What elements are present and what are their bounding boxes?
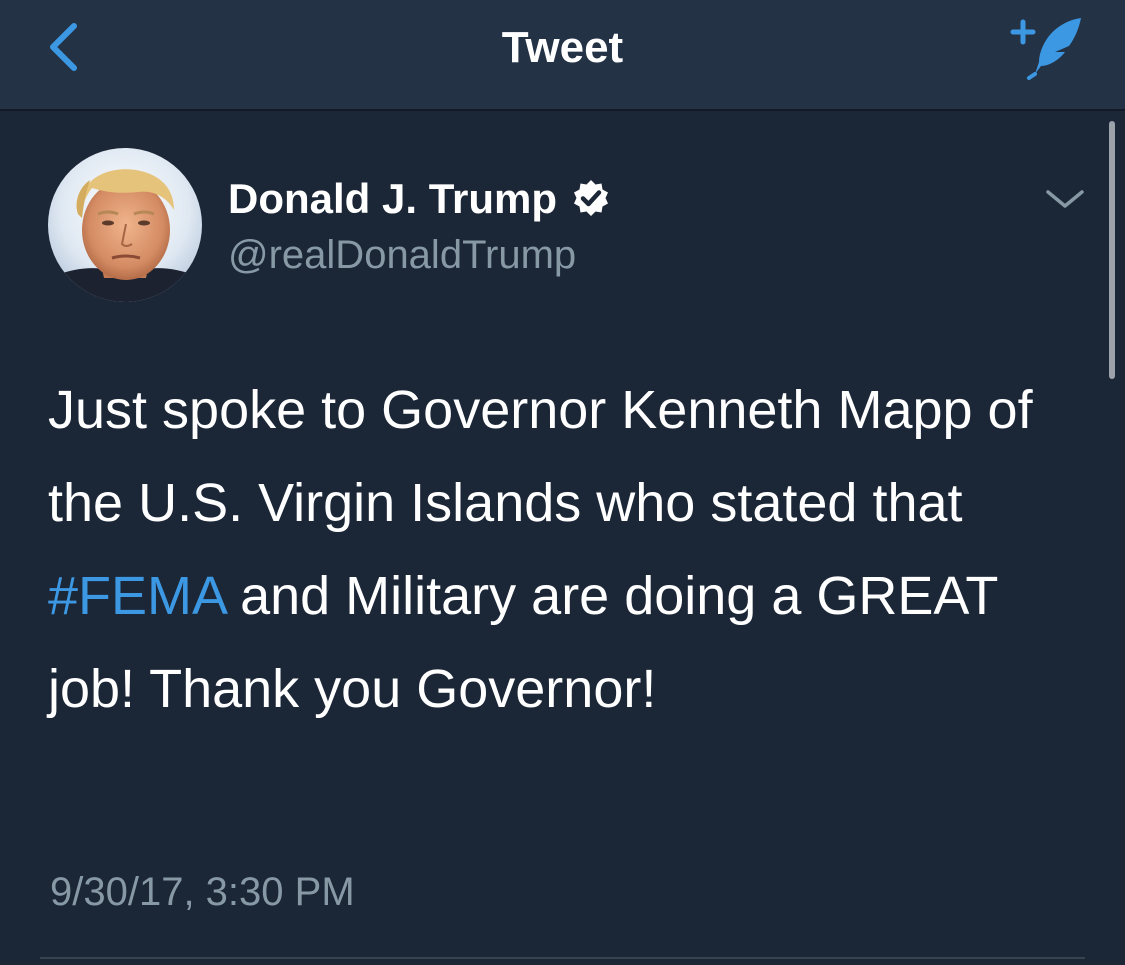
user-handle[interactable]: @realDonaldTrump xyxy=(228,229,576,281)
navigation-bar: Tweet xyxy=(0,0,1125,111)
divider xyxy=(40,957,1085,959)
chevron-left-icon xyxy=(46,22,80,77)
tweet-detail-screen: Tweet Donald J. Trump @realDonaldTrump J… xyxy=(0,0,1125,965)
chevron-down-icon xyxy=(1045,188,1085,215)
compose-quill-icon xyxy=(1009,14,1089,85)
tweet-text-part: Just spoke to Governor Kenneth Mapp of t… xyxy=(48,380,1033,533)
tweet-timestamp: 9/30/17, 3:30 PM xyxy=(50,870,355,914)
scrollbar[interactable] xyxy=(1109,121,1115,379)
profile-photo xyxy=(48,148,202,302)
tweet-detail: Donald J. Trump @realDonaldTrump Just sp… xyxy=(0,111,1125,965)
back-button[interactable] xyxy=(30,16,96,82)
hashtag-link[interactable]: #FEMA xyxy=(48,566,225,626)
avatar[interactable] xyxy=(48,148,202,302)
tweet-text: Just spoke to Governor Kenneth Mapp of t… xyxy=(48,364,1088,736)
compose-tweet-button[interactable] xyxy=(1009,12,1089,86)
page-title: Tweet xyxy=(501,23,624,72)
display-name[interactable]: Donald J. Trump xyxy=(228,173,557,225)
tweet-options-button[interactable] xyxy=(1040,181,1090,221)
verified-badge-icon xyxy=(571,179,611,219)
author-name-row: Donald J. Trump xyxy=(228,173,611,225)
